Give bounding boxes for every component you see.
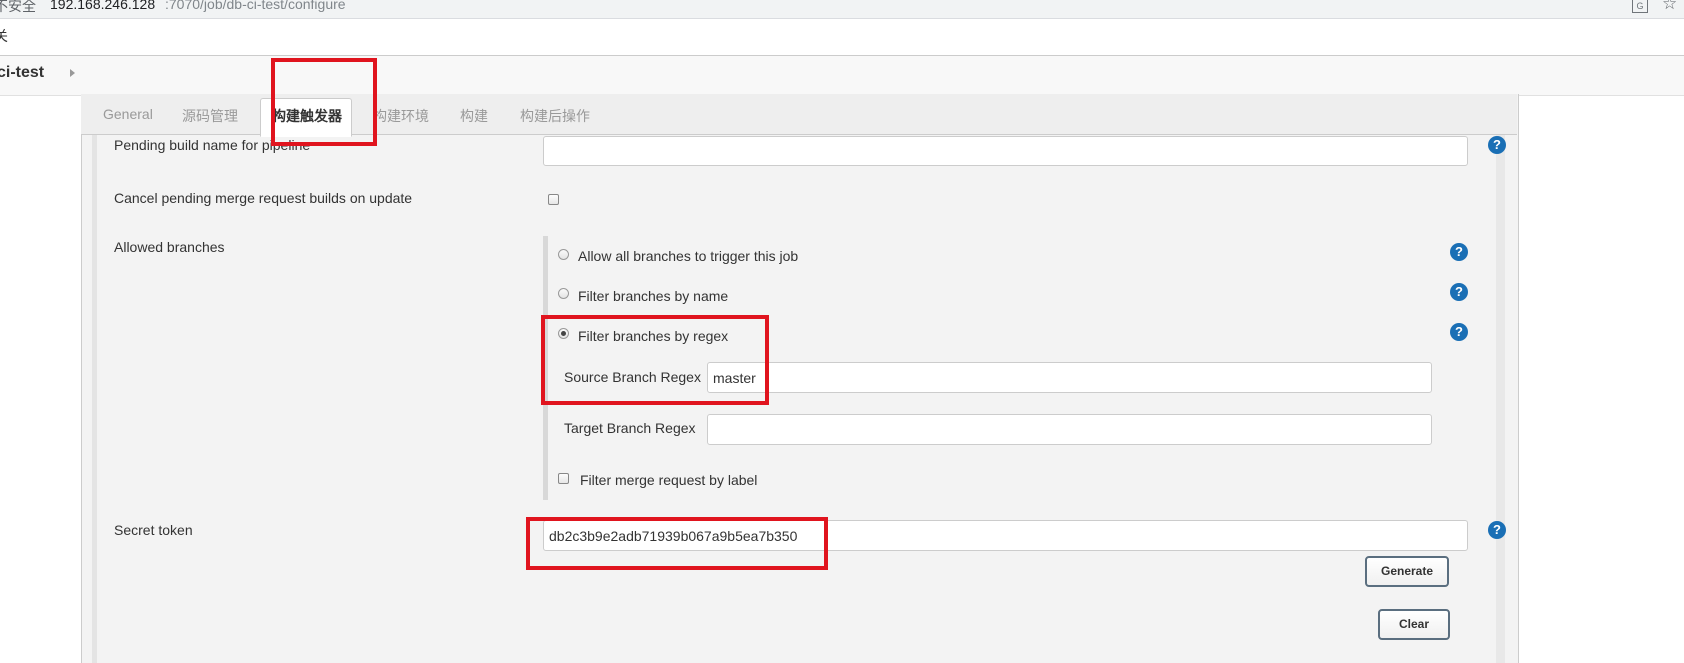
- radio-filter-by-name[interactable]: [558, 288, 569, 299]
- help-icon[interactable]: ?: [1488, 136, 1506, 154]
- tab-build-triggers-label[interactable]: 构建触发器: [272, 106, 342, 126]
- filter-merge-request-label-label[interactable]: Filter merge request by label: [580, 472, 757, 488]
- cancel-pending-checkbox[interactable]: [548, 194, 559, 205]
- filter-merge-request-label-checkbox[interactable]: [558, 473, 569, 484]
- allowed-branches-indent: [543, 236, 548, 500]
- url-path: :7070/job/db-ci-test/configure: [165, 0, 346, 12]
- url-host: 192.168.246.128: [50, 0, 156, 12]
- secret-token-label: Secret token: [114, 522, 193, 538]
- help-icon[interactable]: ?: [1450, 323, 1468, 341]
- section-right-rail: [1496, 135, 1505, 663]
- section-indent-bar: [92, 135, 97, 663]
- secret-token-input[interactable]: [543, 520, 1468, 551]
- target-branch-regex-label: Target Branch Regex: [564, 420, 696, 436]
- bookmark-item[interactable]: 关: [0, 26, 8, 46]
- source-branch-regex-input[interactable]: [707, 362, 1432, 393]
- bookmark-bar: [0, 19, 1684, 54]
- breadcrumb-job-link[interactable]: ci-test: [0, 64, 44, 82]
- bookmark-star-icon[interactable]: ☆: [1662, 0, 1677, 14]
- translate-icon[interactable]: G: [1632, 0, 1648, 13]
- tab-build-environment[interactable]: 构建环境: [373, 106, 429, 126]
- radio-filter-by-regex[interactable]: [558, 328, 569, 339]
- target-branch-regex-input[interactable]: [707, 414, 1432, 445]
- allowed-branches-label: Allowed branches: [114, 239, 225, 255]
- tab-general[interactable]: General: [103, 106, 153, 122]
- cancel-pending-label: Cancel pending merge request builds on u…: [114, 190, 413, 206]
- tab-source-code[interactable]: 源码管理: [182, 106, 238, 126]
- pending-build-name-input[interactable]: [543, 136, 1468, 166]
- tab-build[interactable]: 构建: [460, 106, 488, 126]
- pending-build-name-label: Pending build name for pipeline: [114, 137, 311, 153]
- source-branch-regex-label: Source Branch Regex: [564, 369, 701, 385]
- tab-post-build[interactable]: 构建后操作: [520, 106, 590, 126]
- radio-allow-all-branches[interactable]: [558, 249, 569, 260]
- generate-button[interactable]: Generate: [1365, 556, 1449, 587]
- filter-by-name-label[interactable]: Filter branches by name: [578, 288, 728, 304]
- help-icon[interactable]: ?: [1488, 521, 1506, 539]
- help-icon[interactable]: ?: [1450, 243, 1468, 261]
- help-icon[interactable]: ?: [1450, 283, 1468, 301]
- clear-button[interactable]: Clear: [1378, 609, 1450, 640]
- security-indicator[interactable]: 不安全: [0, 0, 36, 16]
- breadcrumb-arrow-icon[interactable]: [70, 69, 75, 77]
- filter-by-regex-label[interactable]: Filter branches by regex: [578, 328, 728, 344]
- breadcrumb: [0, 55, 1684, 96]
- allow-all-branches-label[interactable]: Allow all branches to trigger this job: [578, 248, 798, 264]
